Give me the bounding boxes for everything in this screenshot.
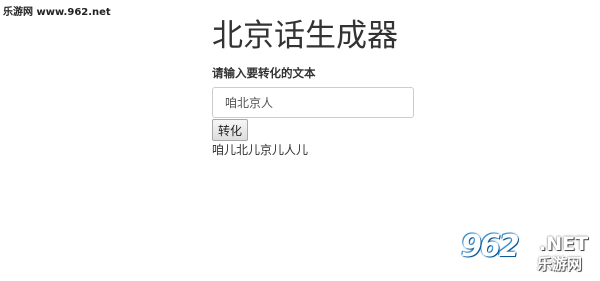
page: 乐游网 www.962.net 北京话生成器 请输入要转化的文本 转化 咱儿北儿…	[0, 0, 600, 281]
text-input[interactable]	[212, 87, 414, 118]
convert-button[interactable]: 转化	[212, 119, 249, 141]
logo-name: 乐游网	[537, 255, 583, 273]
input-label: 请输入要转化的文本	[212, 66, 316, 80]
result-text: 咱儿北儿京儿人儿	[212, 143, 309, 157]
logo-domain: .NET	[539, 233, 589, 255]
page-title: 北京话生成器	[212, 18, 398, 54]
logo-number: 962	[461, 229, 520, 264]
site-watermark: 乐游网 www.962.net	[3, 7, 111, 18]
generator-form: 北京话生成器 请输入要转化的文本 转化 咱儿北儿京儿人儿	[212, 14, 432, 157]
site-logo: 962 .NET 乐游网	[461, 232, 596, 274]
